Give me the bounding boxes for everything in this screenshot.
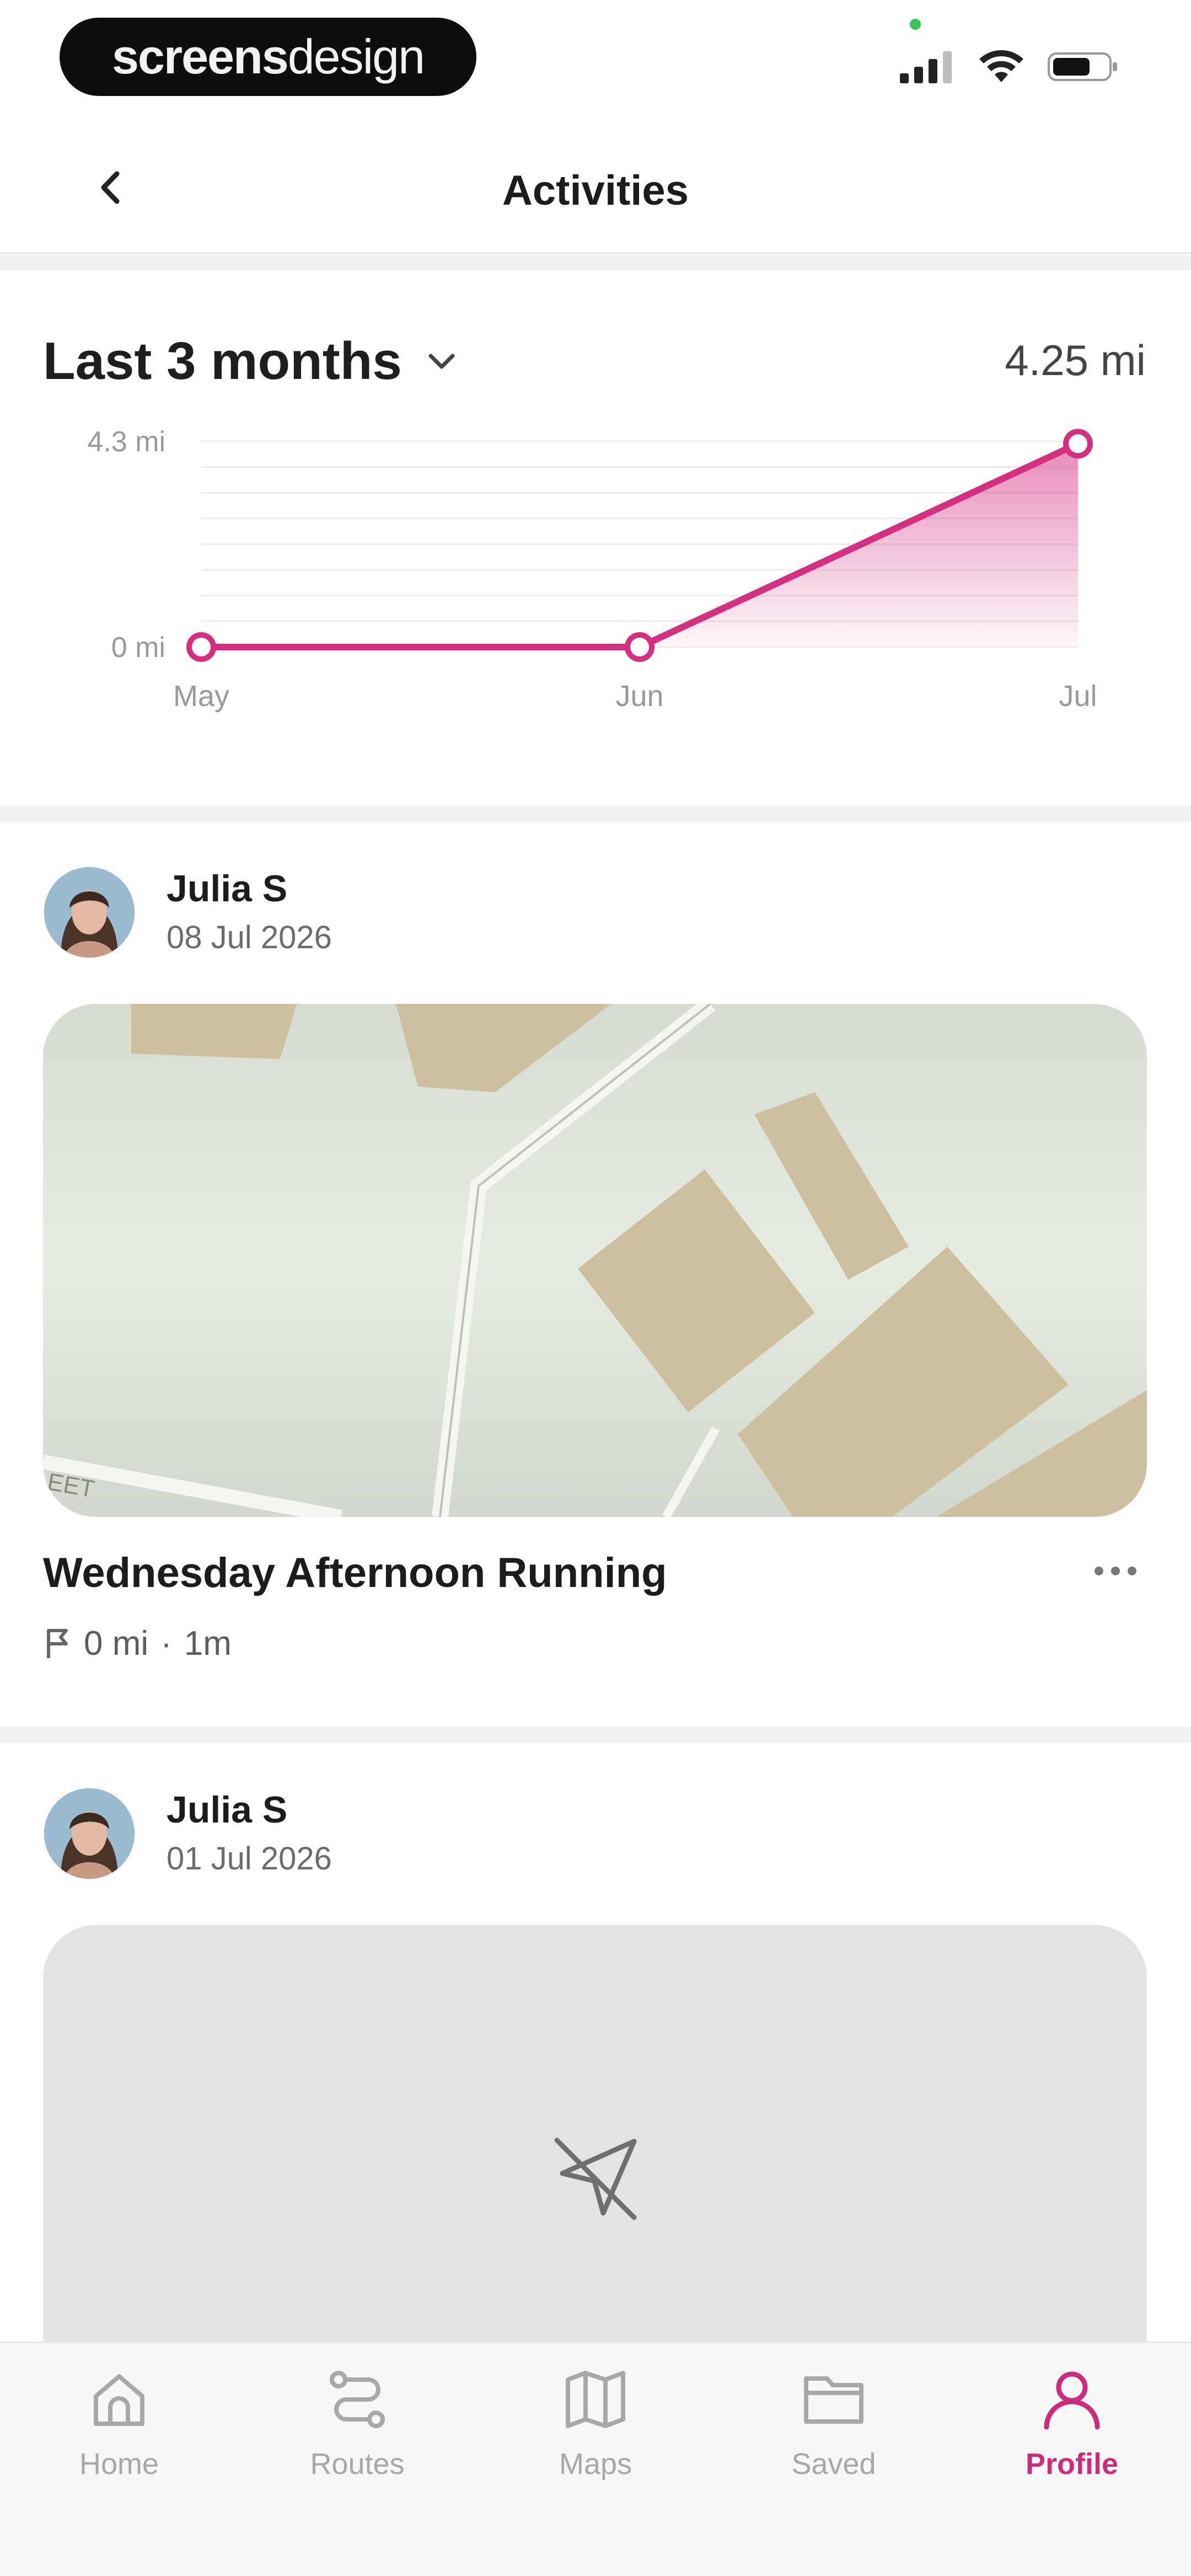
activity-card[interactable]: Julia S 01 Jul 2026 <box>0 1743 1191 2422</box>
nav-item-maps[interactable]: Maps <box>476 2343 715 2509</box>
wifi-icon <box>979 50 1023 82</box>
user-name[interactable]: Julia S <box>167 1788 287 1831</box>
brand-name-bold: screens <box>111 29 289 84</box>
map-image: EET <box>43 1004 1147 1517</box>
distance-chart: 4.3 mi 0 miMay Jun Jul <box>87 426 1097 713</box>
nav-label-home: Home <box>79 2447 159 2481</box>
activity-summary-card: Last 3 months 4.25 mi 4.3 mi 0 mi May Jun Ju… <box>0 270 1191 805</box>
privacy-indicator <box>910 19 921 30</box>
brand-logo: screensdesign <box>60 18 476 96</box>
more-horizontal-icon <box>1095 1567 1136 1575</box>
nav-label-profile: Profile <box>1025 2447 1119 2481</box>
chart-point <box>625 632 654 662</box>
chart-x-tick-label: Jun <box>615 680 663 713</box>
nav-item-saved[interactable]: Saved <box>715 2343 953 2509</box>
section-divider <box>0 1727 1191 1743</box>
page-title: Activities <box>502 167 689 214</box>
status-icons <box>900 47 1119 86</box>
signal-icon <box>900 51 952 83</box>
brand-name-light: design <box>287 29 425 84</box>
section-divider <box>0 805 1191 822</box>
chart-point <box>1063 429 1093 459</box>
chart-area <box>201 443 1078 647</box>
user-name[interactable]: Julia S <box>167 867 287 910</box>
app-header: Activities <box>0 116 1191 254</box>
activity-title[interactable]: Wednesday Afternoon Running <box>43 1549 667 1597</box>
chart-y-tick-label: 0 mi <box>111 632 165 664</box>
distance-icon <box>47 1628 68 1658</box>
chart-point <box>186 632 216 662</box>
nav-label-maps: Maps <box>559 2447 632 2481</box>
nav-label-saved: Saved <box>791 2447 876 2481</box>
avatar-image <box>44 867 135 958</box>
chart-x-tick-label: May <box>173 680 229 713</box>
battery-icon <box>1048 52 1117 81</box>
activity-distance: 0 mi <box>84 1624 149 1663</box>
stat-separator: · <box>160 1624 172 1663</box>
folder-icon <box>804 2376 863 2424</box>
status-bar: screensdesign <box>0 0 1191 116</box>
avatar[interactable] <box>44 1788 135 1879</box>
activity-date: 01 Jul 2026 <box>167 1841 332 1877</box>
avatar-image <box>44 1788 135 1879</box>
bottom-navigation: Home Routes Maps Saved Profile <box>0 2342 1191 2576</box>
section-divider <box>0 255 1191 270</box>
activity-stats: 0 mi · 1m <box>44 1624 232 1663</box>
nav-item-routes[interactable]: Routes <box>238 2343 476 2509</box>
routes-icon <box>330 2371 385 2428</box>
activity-date: 08 Jul 2026 <box>167 920 332 955</box>
nav-label-routes: Routes <box>310 2447 405 2481</box>
more-options-button[interactable] <box>1085 1549 1146 1593</box>
chart-x-tick-label: Jul <box>1059 680 1097 713</box>
activity-duration: 1m <box>184 1624 232 1663</box>
avatar[interactable] <box>44 867 135 958</box>
chart-y-tick-label: 4.3 mi <box>87 426 165 458</box>
nav-item-profile[interactable]: Profile <box>953 2343 1191 2509</box>
home-icon <box>94 2374 144 2426</box>
map-icon <box>566 2371 625 2428</box>
activity-card[interactable]: Julia S 08 Jul 2026 EET Wednesday Aftern… <box>0 822 1191 1727</box>
location-off-icon <box>554 2137 637 2220</box>
nav-item-home[interactable]: Home <box>0 2343 238 2509</box>
route-map[interactable]: EET <box>43 1004 1147 1517</box>
profile-icon <box>1044 2371 1100 2430</box>
